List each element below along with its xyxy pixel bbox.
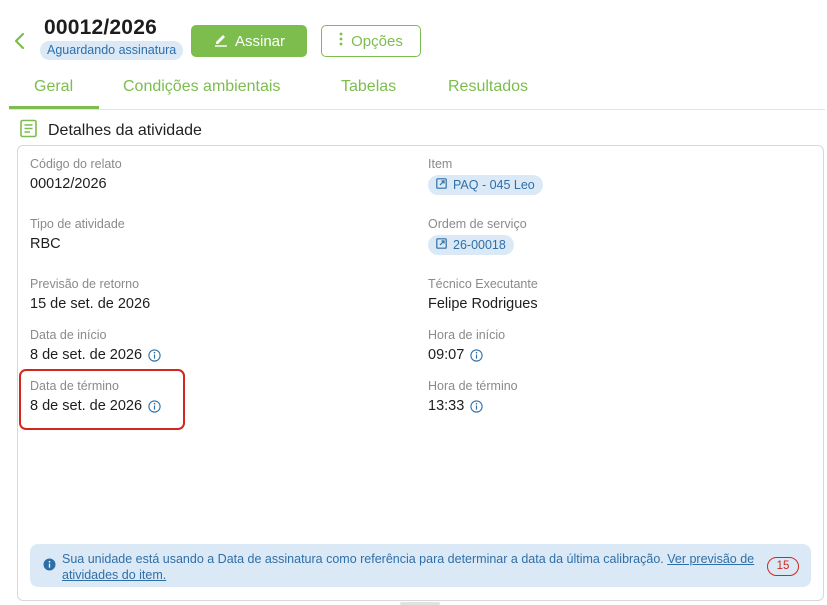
info-icon[interactable] [470,399,483,413]
external-link-icon [436,238,447,252]
tab-resultados[interactable]: Resultados [448,78,528,96]
more-vertical-icon [339,32,343,50]
sign-button-label: Assinar [234,32,286,50]
field-hora-inicio: Hora de início 09:07 [428,328,505,363]
field-label: Hora de início [428,328,506,342]
field-value: 13:33 [428,398,465,414]
notice-message: Sua unidade está usando a Data de assina… [62,552,668,566]
item-link-label: PAQ - 045 Leo [453,178,535,192]
field-item: Item PAQ - 045 Leo [428,157,543,195]
section-header: Detalhes da atividade [19,119,202,143]
field-value: RBC [30,236,61,252]
field-label: Item [428,157,453,171]
page-title: 00012/2026 [44,16,157,39]
field-value-row: 09:07 [428,347,505,363]
field-label: Ordem de serviço [428,217,527,231]
item-link-chip[interactable]: PAQ - 045 Leo [428,175,543,195]
field-label: Tipo de atividade [30,217,125,231]
field-label: Data de início [30,328,107,342]
field-value: Felipe Rodrigues [428,296,538,312]
field-previsao-retorno: Previsão de retorno 15 de set. de 2026 [30,277,150,312]
field-ordem-servico: Ordem de serviço 26-00018 [428,217,527,255]
tab-condicoes-ambientais[interactable]: Condições ambientais [123,78,280,96]
tab-bar: Geral Condições ambientais Tabelas Resul… [9,70,825,110]
options-button-label: Opções [351,32,403,50]
info-notice: Sua unidade está usando a Data de assina… [30,544,811,587]
field-value: 15 de set. de 2026 [30,296,151,312]
field-hora-termino: Hora de término 13:33 [428,379,518,414]
highlight-box [19,369,185,430]
field-tipo-atividade: Tipo de atividade RBC [30,217,125,252]
info-filled-icon [43,558,56,571]
back-chevron-icon[interactable] [10,30,30,52]
service-order-link-chip[interactable]: 26-00018 [428,235,514,255]
external-link-icon [436,178,447,192]
tab-tabelas[interactable]: Tabelas [341,78,396,96]
service-order-link-label: 26-00018 [453,238,506,252]
field-label: Código do relato [30,157,122,171]
notice-text-block: Sua unidade está usando a Data de assina… [62,551,762,583]
field-label: Técnico Executante [428,277,538,291]
sign-button[interactable]: Assinar [191,25,307,57]
field-value-row: 8 de set. de 2026 [30,347,161,363]
tab-geral[interactable]: Geral [34,78,73,96]
options-button[interactable]: Opções [321,25,421,57]
field-codigo-relato: Código do relato 00012/2026 [30,157,122,192]
document-list-icon [19,119,38,143]
field-label: Hora de término [428,379,518,393]
notification-count-badge[interactable]: 15 [767,557,799,576]
field-value: 8 de set. de 2026 [30,347,143,363]
page-header: 00012/2026 Aguardando assinatura Assinar… [0,0,827,66]
field-value: 00012/2026 [30,176,107,192]
info-icon[interactable] [148,348,161,362]
active-tab-indicator [9,106,99,109]
field-data-inicio: Data de início 8 de set. de 2026 [30,328,161,363]
field-label: Previsão de retorno [30,277,140,291]
signature-pen-icon [213,31,229,51]
info-icon[interactable] [470,348,483,362]
field-tecnico-executante: Técnico Executante Felipe Rodrigues [428,277,538,312]
field-value: 09:07 [428,347,465,363]
field-value-row: 13:33 [428,398,518,414]
status-badge: Aguardando assinatura [40,41,184,60]
section-title: Detalhes da atividade [48,122,202,139]
